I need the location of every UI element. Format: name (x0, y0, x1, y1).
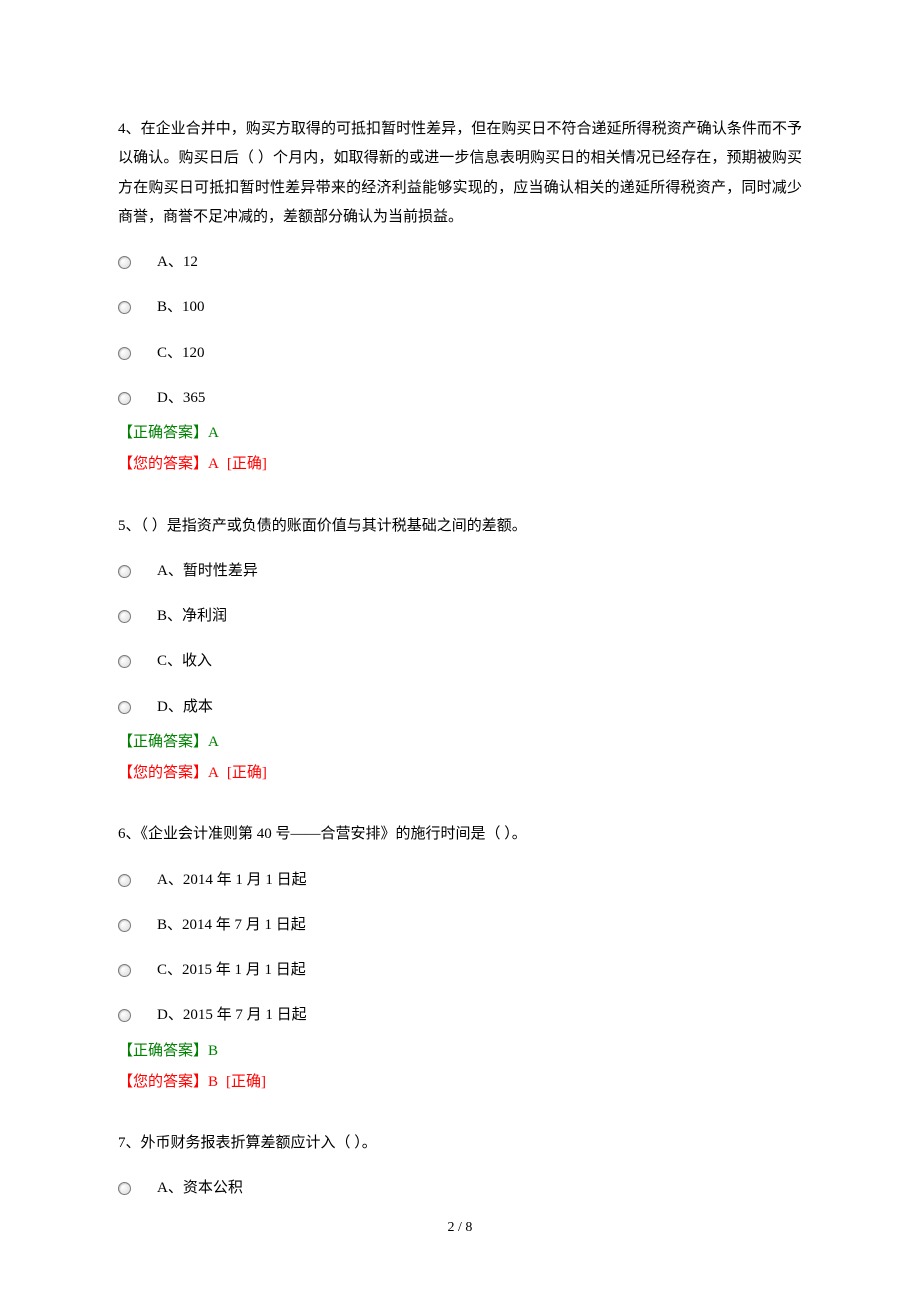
radio-icon[interactable] (118, 919, 131, 932)
your-answer: 【您的答案】B [正确] (118, 1068, 802, 1097)
answer-status: [正确] (226, 1074, 266, 1090)
question-5: 5、（ ）是指资产或负债的账面价值与其计税基础之间的差额。 A、暂时性差异 B、… (118, 512, 802, 789)
page-content: 4、在企业合并中，购买方取得的可抵扣暂时性差异，但在购买日不符合递延所得税资产确… (0, 0, 920, 1204)
question-6: 6、《企业会计准则第 40 号——合营安排》的施行时间是（ ）。 A、2014 … (118, 820, 802, 1097)
correct-answer-value: B (208, 1043, 218, 1059)
page-number: 2 / 8 (448, 1220, 473, 1235)
option-text: A、暂时性差异 (157, 557, 802, 586)
your-answer-value: A (208, 456, 219, 472)
option-text: C、2015 年 1 月 1 日起 (157, 956, 802, 985)
correct-answer: 【正确答案】A (118, 728, 802, 757)
page-footer: 2 / 8 (0, 1220, 920, 1236)
option-text: A、12 (157, 248, 802, 277)
answer-status: [正确] (227, 765, 267, 781)
option-text: B、100 (157, 293, 802, 322)
option-text: C、收入 (157, 647, 802, 676)
option-d[interactable]: D、成本 (118, 693, 802, 722)
option-b[interactable]: B、2014 年 7 月 1 日起 (118, 911, 802, 940)
radio-icon[interactable] (118, 392, 131, 405)
radio-icon[interactable] (118, 964, 131, 977)
radio-icon[interactable] (118, 565, 131, 578)
option-text: A、资本公积 (157, 1174, 802, 1203)
radio-icon[interactable] (118, 1182, 131, 1195)
option-text: C、120 (157, 339, 802, 368)
correct-answer-label: 【正确答案】 (118, 425, 208, 441)
option-a[interactable]: A、12 (118, 248, 802, 277)
option-c[interactable]: C、收入 (118, 647, 802, 676)
option-d[interactable]: D、2015 年 7 月 1 日起 (118, 1001, 802, 1030)
your-answer: 【您的答案】A [正确] (118, 450, 802, 479)
option-c[interactable]: C、120 (118, 339, 802, 368)
option-text: D、成本 (157, 693, 802, 722)
radio-icon[interactable] (118, 701, 131, 714)
correct-answer: 【正确答案】A (118, 419, 802, 448)
option-a[interactable]: A、资本公积 (118, 1174, 802, 1203)
option-b[interactable]: B、100 (118, 293, 802, 322)
option-text: B、2014 年 7 月 1 日起 (157, 911, 802, 940)
question-stem: 7、外币财务报表折算差额应计入（ ）。 (118, 1129, 802, 1158)
your-answer-value: A (208, 765, 219, 781)
question-7: 7、外币财务报表折算差额应计入（ ）。 A、资本公积 (118, 1129, 802, 1204)
question-stem: 5、（ ）是指资产或负债的账面价值与其计税基础之间的差额。 (118, 512, 802, 541)
radio-icon[interactable] (118, 655, 131, 668)
radio-icon[interactable] (118, 256, 131, 269)
radio-icon[interactable] (118, 301, 131, 314)
option-a[interactable]: A、2014 年 1 月 1 日起 (118, 866, 802, 895)
option-c[interactable]: C、2015 年 1 月 1 日起 (118, 956, 802, 985)
radio-icon[interactable] (118, 874, 131, 887)
question-stem: 4、在企业合并中，购买方取得的可抵扣暂时性差异，但在购买日不符合递延所得税资产确… (118, 115, 802, 232)
question-stem: 6、《企业会计准则第 40 号——合营安排》的施行时间是（ ）。 (118, 820, 802, 849)
option-text: D、2015 年 7 月 1 日起 (157, 1001, 802, 1030)
option-text: B、净利润 (157, 602, 802, 631)
answer-block: 【正确答案】A 【您的答案】A [正确] (118, 419, 802, 480)
option-text: D、365 (157, 384, 802, 413)
answer-block: 【正确答案】A 【您的答案】A [正确] (118, 728, 802, 789)
radio-icon[interactable] (118, 610, 131, 623)
correct-answer-value: A (208, 425, 219, 441)
option-a[interactable]: A、暂时性差异 (118, 557, 802, 586)
answer-status: [正确] (227, 456, 267, 472)
answer-block: 【正确答案】B 【您的答案】B [正确] (118, 1037, 802, 1098)
option-text: A、2014 年 1 月 1 日起 (157, 866, 802, 895)
your-answer-value: B (208, 1074, 218, 1090)
radio-icon[interactable] (118, 347, 131, 360)
your-answer: 【您的答案】A [正确] (118, 759, 802, 788)
your-answer-label: 【您的答案】 (118, 1074, 208, 1090)
your-answer-label: 【您的答案】 (118, 765, 208, 781)
your-answer-label: 【您的答案】 (118, 456, 208, 472)
correct-answer-label: 【正确答案】 (118, 734, 208, 750)
correct-answer-value: A (208, 734, 219, 750)
option-b[interactable]: B、净利润 (118, 602, 802, 631)
radio-icon[interactable] (118, 1009, 131, 1022)
option-d[interactable]: D、365 (118, 384, 802, 413)
correct-answer-label: 【正确答案】 (118, 1043, 208, 1059)
question-4: 4、在企业合并中，购买方取得的可抵扣暂时性差异，但在购买日不符合递延所得税资产确… (118, 115, 802, 480)
correct-answer: 【正确答案】B (118, 1037, 802, 1066)
